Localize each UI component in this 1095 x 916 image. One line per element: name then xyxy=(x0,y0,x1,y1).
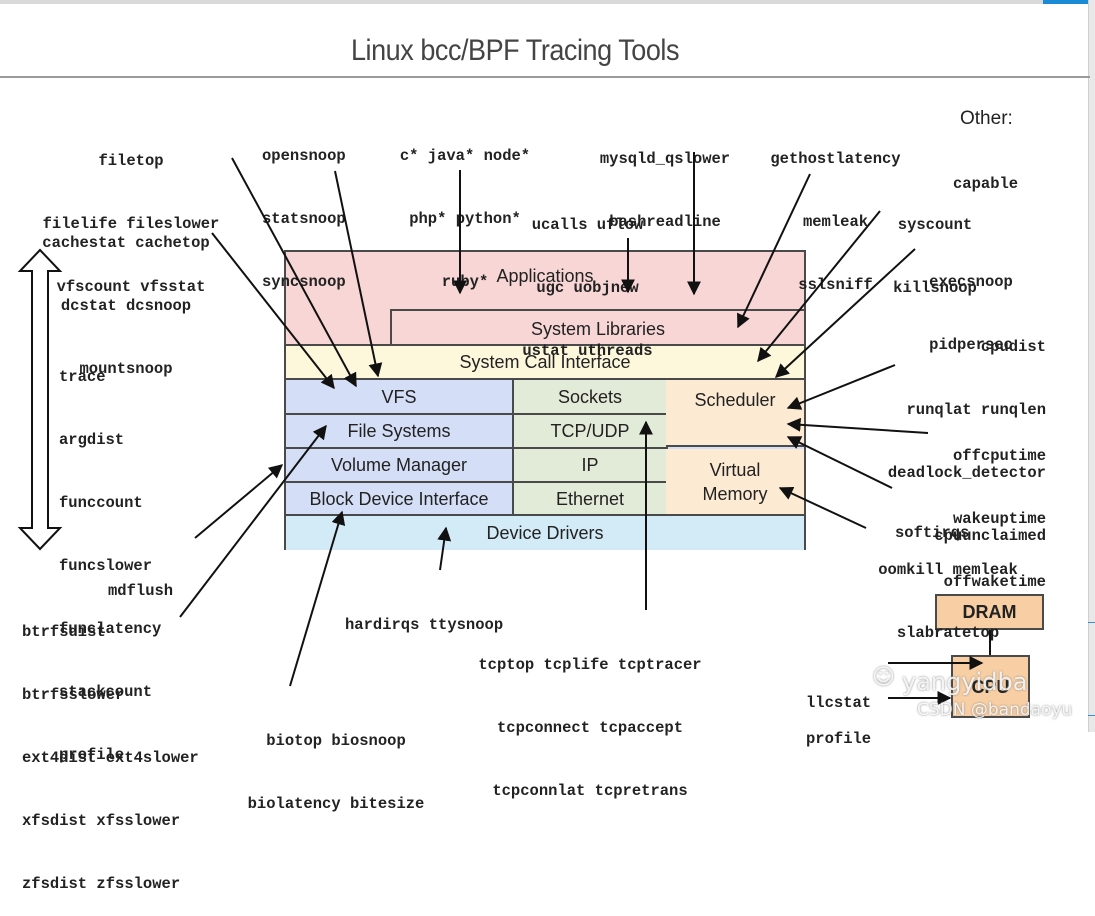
layer-sockets-label: Sockets xyxy=(557,386,623,407)
layer-file-systems-label: File Systems xyxy=(347,421,451,441)
tool-label: btrfsslower xyxy=(22,686,125,704)
tool-group-mysql: mysqld_qslower bashreadline xyxy=(580,107,750,254)
layer-sockets: Sockets xyxy=(512,380,668,415)
layer-tcp-udp-label: TCP/UDP xyxy=(550,421,630,441)
tool-label: funccount xyxy=(59,494,143,512)
watermark-author: yangyidba xyxy=(902,668,1028,696)
tool-label: profile xyxy=(806,730,872,748)
tool-label: c* java* node* xyxy=(399,147,531,165)
browser-top-accent xyxy=(1043,0,1088,4)
tool-label: filetop xyxy=(98,152,164,170)
layer-device-drivers-label: Device Drivers xyxy=(486,523,604,543)
layer-block-device-interface: Block Device Interface xyxy=(286,483,512,514)
title-divider xyxy=(0,76,1090,78)
layer-virtual-memory-label: Memory xyxy=(702,483,768,504)
tool-label: execsnoop xyxy=(929,273,1013,291)
tool-group-vm: oomkill memleak slabratetop xyxy=(862,518,1034,665)
tool-label: cpudist xyxy=(980,338,1046,356)
layer-block-device-interface-label: Block Device Interface xyxy=(309,488,489,509)
tool-label: mysqld_qslower xyxy=(599,150,731,168)
tool-label: zfsdist zfsslower xyxy=(22,875,181,893)
layer-file-systems: File Systems xyxy=(286,415,512,449)
layer-scheduler: Scheduler xyxy=(666,380,804,447)
tool-group-profile-cpu: profile xyxy=(806,687,871,771)
other-label: Other: xyxy=(960,108,1013,129)
layer-tcp-udp: TCP/UDP xyxy=(512,415,668,449)
tool-label: tcpconnect tcpaccept xyxy=(496,719,684,737)
tool-label: xfsdist xfsslower xyxy=(22,812,181,830)
sidebar-divider xyxy=(1088,622,1095,623)
tool-group-tcp: tcptop tcplife tcptracer tcpconnect tcpa… xyxy=(455,613,725,823)
tool-group-snoop: opensnoop statsnoop syncsnoop xyxy=(262,104,346,314)
diagram-title: Linux bcc/BPF Tracing Tools xyxy=(350,34,680,67)
tool-label: tcpconnlat tcpretrans xyxy=(492,782,688,800)
tool-label: dcstat dcsnoop xyxy=(60,297,192,315)
layer-ip-label: IP xyxy=(581,455,599,475)
tool-group-bio: biotop biosnoop biolatency bitesize xyxy=(225,689,447,836)
tool-label: gethostlatency xyxy=(770,150,901,168)
layer-vfs: VFS xyxy=(286,380,512,415)
layer-ethernet: Ethernet xyxy=(512,483,668,514)
watermark-logo: ☺ xyxy=(872,665,895,690)
tool-label: btrfsdist xyxy=(22,623,106,641)
layer-ip: IP xyxy=(512,449,668,483)
layer-device-drivers: Device Drivers xyxy=(286,514,804,550)
tool-label: cachestat cachetop xyxy=(42,234,210,252)
layer-virtual-memory-label: Virtual xyxy=(709,459,761,480)
tool-label: offcputime xyxy=(952,447,1046,465)
tool-group-fs: btrfsdist btrfsslower ext4dist ext4slowe… xyxy=(22,580,199,916)
tool-label: oomkill memleak xyxy=(878,561,1018,579)
sidebar-divider xyxy=(1088,715,1095,716)
tool-label: slabratetop xyxy=(896,624,1000,642)
layer-ethernet-label: Ethernet xyxy=(555,488,625,509)
layer-virtual-memory: Virtual Memory xyxy=(666,449,804,514)
tool-label: ugc uobjnew xyxy=(536,279,639,297)
tool-label: biotop biosnoop xyxy=(266,732,406,750)
tool-label: biolatency bitesize xyxy=(247,795,425,813)
watermark-source: CSDN @bandaoyu xyxy=(917,700,1073,720)
tool-label: opensnoop xyxy=(262,147,346,165)
tool-label: ext4dist ext4slower xyxy=(22,749,199,767)
tool-label: trace xyxy=(59,368,106,386)
tool-label: tcptop tcplife tcptracer xyxy=(478,656,702,674)
tool-label: ustat uthreads xyxy=(522,342,653,360)
layer-scheduler-label: Scheduler xyxy=(694,390,776,410)
tool-label: syncsnoop xyxy=(262,273,346,291)
layer-vfs-label: VFS xyxy=(381,386,417,407)
layer-volume-manager-label: Volume Manager xyxy=(330,455,468,475)
browser-top-strip xyxy=(0,0,1088,4)
tool-label: bashreadline xyxy=(609,213,721,231)
layer-volume-manager: Volume Manager xyxy=(286,449,512,483)
tool-label: statsnoop xyxy=(262,210,346,228)
tool-label: argdist xyxy=(59,431,125,449)
arrow-mdflush-to-volume-manager xyxy=(194,464,284,539)
